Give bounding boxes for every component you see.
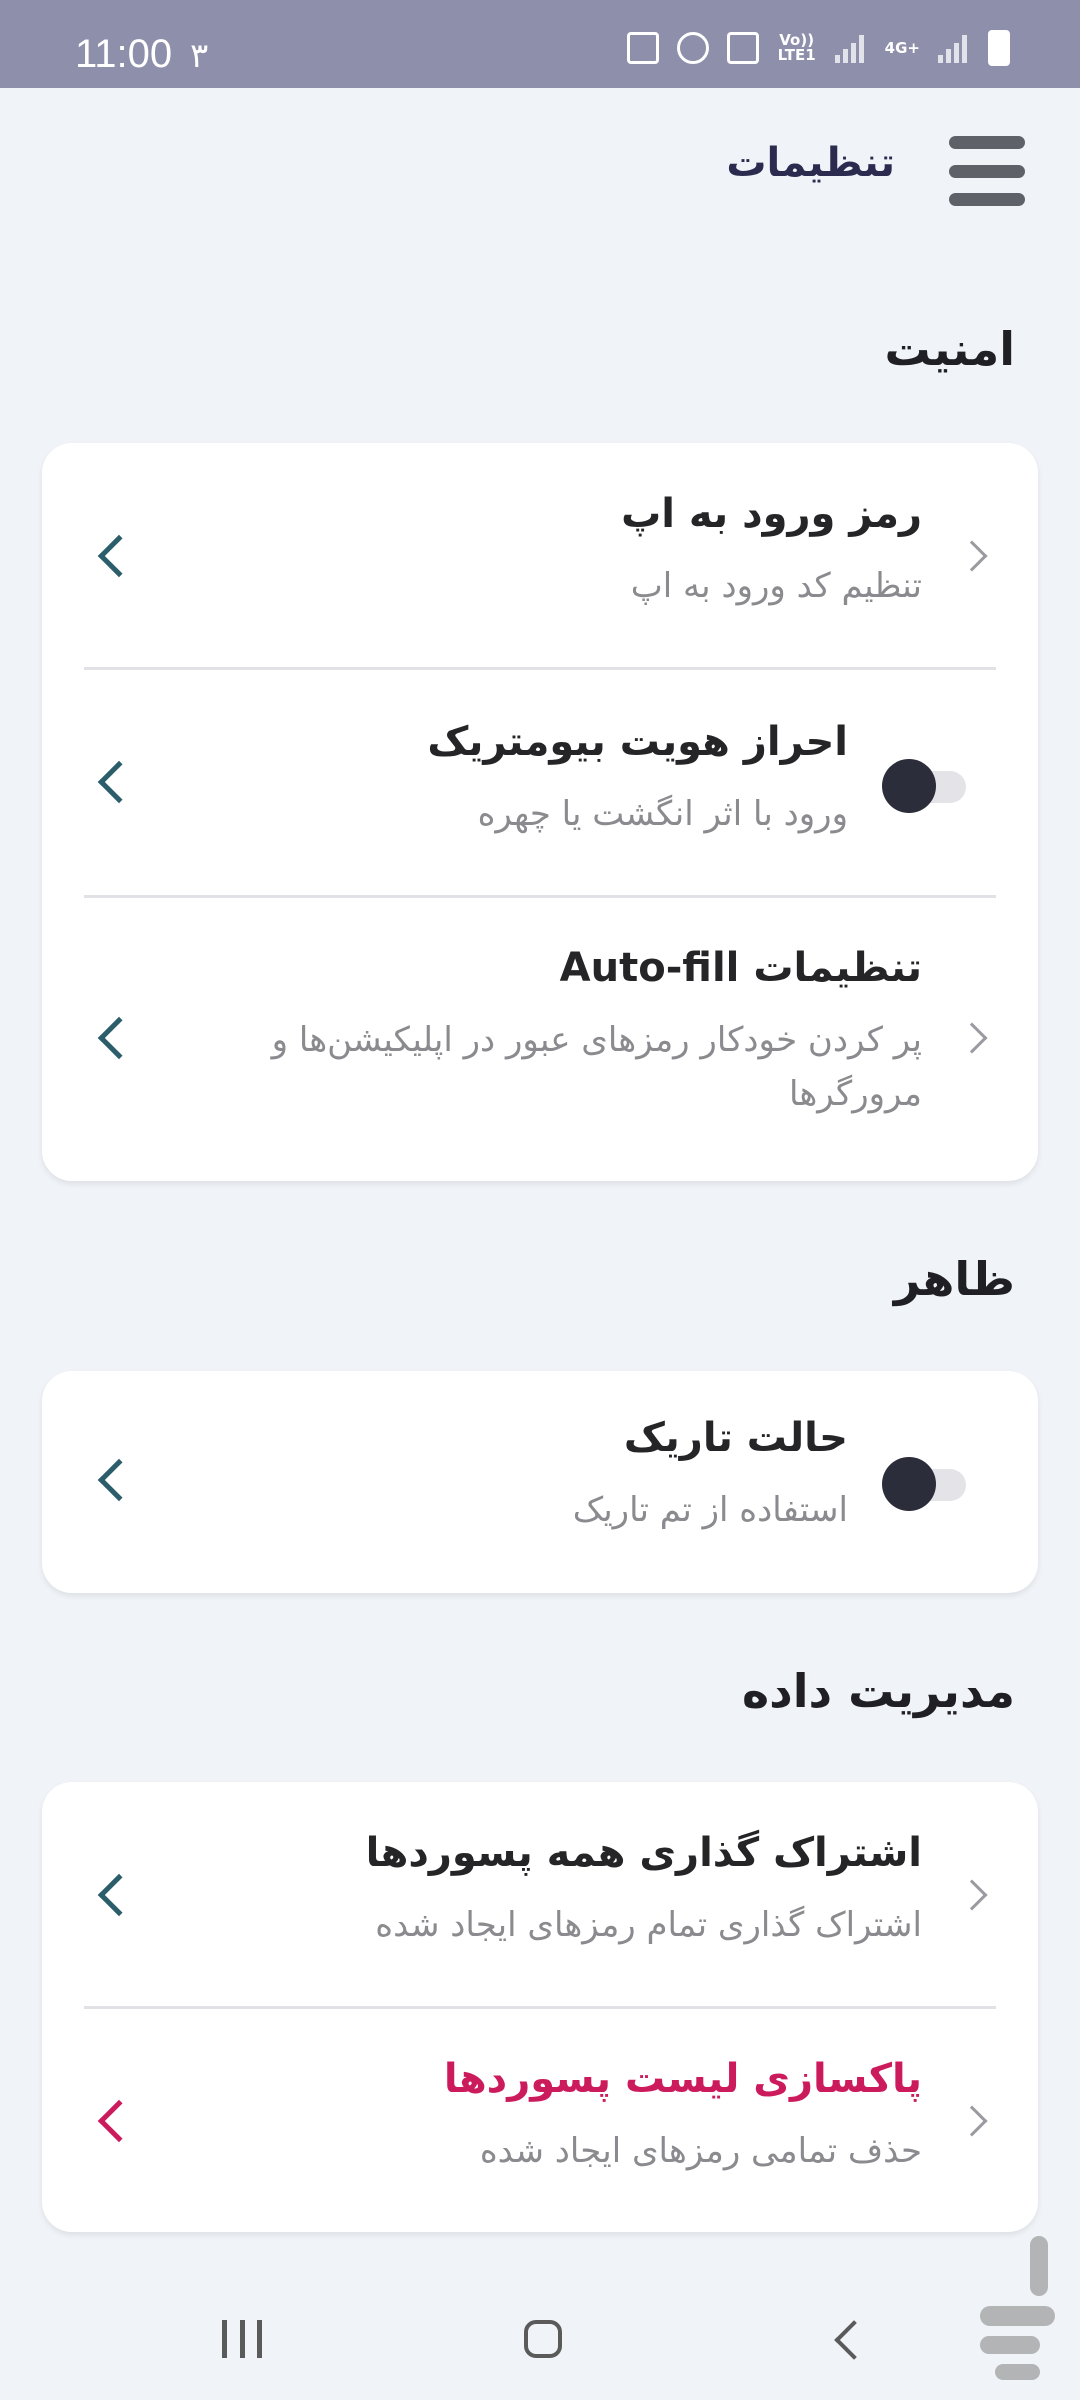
row-title: پاکسازی لیست پسوردها (443, 2056, 922, 2102)
battery-icon (988, 30, 1010, 66)
appearance-card: حالت تاریک استفاده از تم تاریک (42, 1371, 1038, 1593)
dark-mode-toggle[interactable] (882, 1457, 966, 1511)
network-4g-label: 4G+ (884, 38, 920, 57)
app-passcode-row[interactable]: رمز ورود به اپ تنظیم کد ورود به اپ (42, 443, 1038, 669)
row-subtitle: اشتراک گذاری تمام رمزهای ایجاد شده (375, 1905, 922, 1945)
data-card: اشتراک گذاری همه پسوردها اشتراک گذاری تم… (42, 1782, 1038, 2232)
chevron-right-icon (956, 1022, 988, 1054)
row-title: رمز ورود به اپ (621, 491, 922, 537)
biometric-toggle[interactable] (882, 759, 966, 813)
chevron-left-icon (97, 534, 141, 578)
sync-icon (626, 32, 659, 64)
chevron-left-icon (97, 1016, 141, 1060)
back-button[interactable] (834, 2320, 874, 2360)
row-title: اشتراک گذاری همه پسوردها (365, 1830, 922, 1876)
row-title: احراز هویت بیومتریک (427, 719, 848, 765)
chevron-right-icon (956, 2105, 988, 2137)
system-nav-bar (0, 2274, 1080, 2400)
row-subtitle: استفاده از تم تاریک (572, 1490, 848, 1530)
section-title-appearance: ظاهر (893, 1252, 1015, 1306)
signal-icon (834, 33, 867, 63)
row-subtitle: حذف تمامی رمزهای ایجاد شده (479, 2131, 922, 2171)
chevron-left-icon (97, 2099, 141, 2143)
page-title: تنظیمات (726, 140, 895, 186)
app-bar: تنظیمات (0, 88, 1080, 248)
hamburger-menu-icon[interactable] (949, 136, 1025, 206)
recents-button[interactable] (222, 2320, 262, 2358)
status-extra: ۳ (190, 36, 209, 76)
chevron-left-icon (97, 1873, 141, 1917)
status-icons: Vo)) LTE1 4G+ (626, 30, 1010, 66)
chevron-right-icon (956, 540, 988, 572)
chevron-left-icon (97, 760, 141, 804)
security-card: رمز ورود به اپ تنظیم کد ورود به اپ احراز… (42, 443, 1038, 1181)
status-time: 11:00 (75, 32, 173, 76)
row-subtitle: تنظیم کد ورود به اپ (630, 566, 922, 606)
row-subtitle: پر کردن خودکار رمزهای عبور در اپلیکیشن‌ه… (271, 1020, 922, 1114)
row-title: تنظیمات Auto-fill (559, 945, 922, 991)
dark-mode-row[interactable]: حالت تاریک استفاده از تم تاریک (42, 1371, 1038, 1593)
row-subtitle: ورود با اثر انگشت یا چهره (477, 794, 848, 834)
autofill-row[interactable]: تنظیمات Auto-fill پر کردن خودکار رمزهای … (42, 897, 1038, 1181)
volte-label: Vo)) LTE1 (777, 31, 816, 64)
section-title-data: مدیریت داده (741, 1664, 1015, 1718)
row-title: حالت تاریک (623, 1415, 848, 1461)
biometric-row[interactable]: احراز هویت بیومتریک ورود با اثر انگشت یا… (42, 669, 1038, 897)
clear-passwords-row[interactable]: پاکسازی لیست پسوردها حذف تمامی رمزهای ای… (42, 2008, 1038, 2232)
home-button[interactable] (524, 2320, 562, 2358)
alarm-icon (676, 32, 709, 64)
signal-icon-2 (938, 33, 970, 63)
store-logo-watermark (980, 2236, 1055, 2380)
mute-icon (726, 32, 759, 64)
share-passwords-row[interactable]: اشتراک گذاری همه پسوردها اشتراک گذاری تم… (42, 1782, 1038, 2008)
section-title-security: امنیت (884, 322, 1016, 376)
chevron-right-icon (956, 1879, 988, 1911)
chevron-left-icon (97, 1458, 141, 1502)
status-bar: 11:00 ۳ Vo)) LTE1 4G+ (0, 0, 1080, 88)
